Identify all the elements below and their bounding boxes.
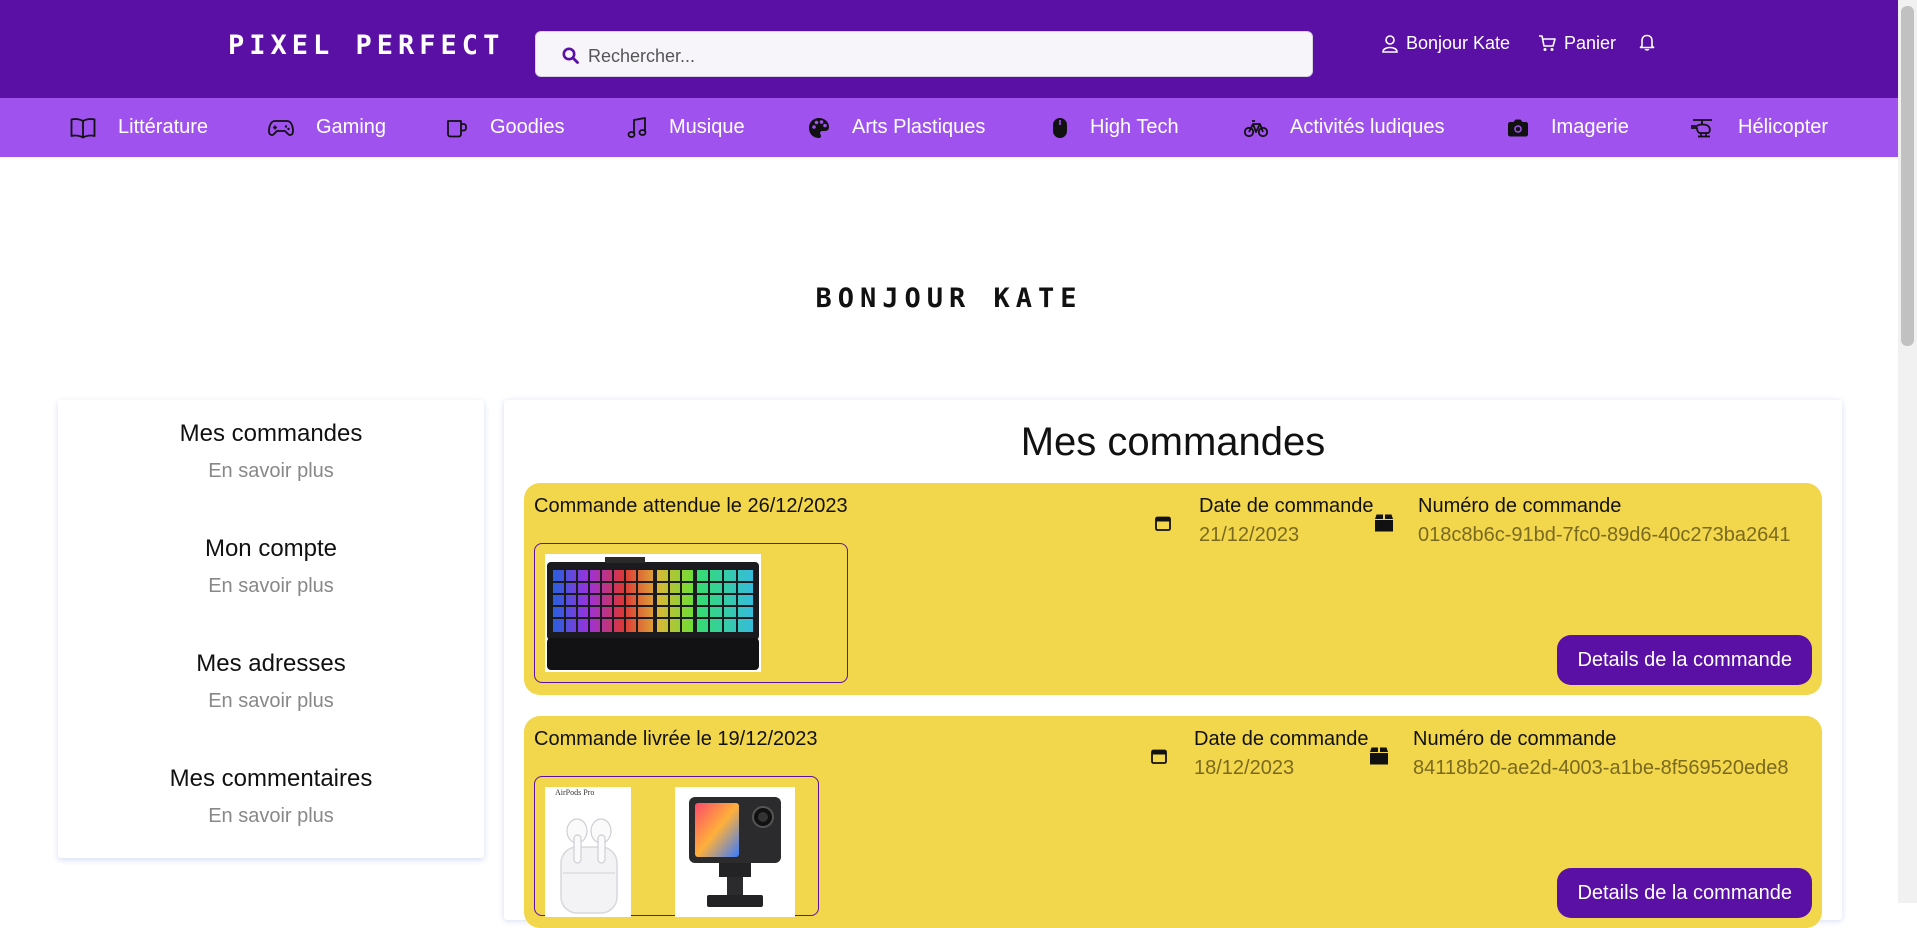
order-card: Commande attendue le 26/12/2023 Date de … [524,483,1822,695]
sidebar-item-title: Mes commandes [179,420,363,447]
gamepad-icon [268,119,294,136]
category-label: Littérature [118,116,209,138]
category-label: Gaming [316,116,387,138]
order-products[interactable]: AirPods Pro [534,776,819,917]
category-label: Goodies [490,116,565,138]
cart-link[interactable]: Panier [1538,33,1616,54]
order-date: Date de commande 18/12/2023 [1194,728,1369,780]
notifications-button[interactable] [1639,33,1655,51]
box-icon [1375,514,1393,532]
mug-icon [447,119,467,137]
sidebar-item-comments[interactable]: Mes commentaires En savoir plus [58,765,484,828]
category-label: High Tech [1090,116,1179,138]
order-date: Date de commande 21/12/2023 [1199,495,1374,547]
category-label: Musique [669,116,745,138]
category-goodies[interactable]: Goodies [446,98,565,157]
order-products[interactable] [534,543,848,683]
mouse-icon [1053,117,1067,138]
category-helicopter[interactable]: Hélicopter [1690,98,1828,157]
category-label: Hélicopter [1738,116,1829,138]
category-musique[interactable]: Musique [627,98,745,157]
order-date-label: Date de commande [1194,728,1369,750]
sidebar-item-link[interactable]: En savoir plus [58,575,484,598]
category-label: Activités ludiques [1290,116,1445,138]
order-number-label: Numéro de commande [1418,495,1622,517]
category-nav: Littérature Gaming Goodies Musique Arts … [0,98,1898,157]
keyboard-image [545,554,761,672]
cart-icon [1539,35,1556,51]
palette-icon [809,117,829,138]
order-status: Commande attendue le 26/12/2023 [534,495,848,517]
scrollbar-thumb[interactable] [1901,6,1914,346]
order-card: Commande livrée le 19/12/2023 AirPods Pr… [524,716,1822,928]
sidebar-item-title: Mon compte [204,535,338,562]
category-label: Imagerie [1551,116,1629,138]
search-icon [562,47,579,64]
orders-panel: Mes commandes Commande attendue le 26/12… [504,400,1842,928]
user-icon [1382,34,1398,53]
order-details-button[interactable]: Details de la commande [1557,635,1812,685]
sidebar-item-link[interactable]: En savoir plus [58,460,484,483]
order-date-value: 21/12/2023 [1199,524,1300,546]
order-number-label: Numéro de commande [1413,728,1617,750]
page-scrollbar[interactable] [1898,0,1917,903]
calendar-icon [1151,749,1167,764]
book-icon [70,117,96,138]
order-date-value: 18/12/2023 [1194,757,1295,779]
category-arts-plastiques[interactable]: Arts Plastiques [808,98,985,157]
account-label: Bonjour Kate [1406,33,1511,53]
sidebar-item-link[interactable]: En savoir plus [58,690,484,713]
account-link[interactable]: Bonjour Kate [1382,33,1510,54]
category-gaming[interactable]: Gaming [268,98,386,157]
sidebar-item-addresses[interactable]: Mes adresses En savoir plus [58,650,484,713]
top-header: PIXEL PERFECT Bonjour Kate Panier [0,0,1898,98]
airpods-image [560,818,618,914]
account-sidebar: Mes commandes En savoir plus Mon compte … [58,400,484,858]
order-status: Commande livrée le 19/12/2023 [534,728,818,750]
search-bar[interactable] [535,31,1313,77]
order-number: Numéro de commande 84118b20-ae2d-4003-a1… [1413,728,1789,780]
category-litterature[interactable]: Littérature [70,98,208,157]
order-number-value: 84118b20-ae2d-4003-a1be-8f569520ede8 [1413,757,1789,779]
music-note-icon [627,116,647,138]
page-greeting: BONJOUR KATE [815,283,1083,314]
product-thumbnail-keyboard[interactable] [545,554,761,672]
order-number-value: 018c8b6c-91bd-7fc0-89d6-40c273ba2641 [1418,524,1791,546]
sidebar-item-orders[interactable]: Mes commandes En savoir plus [58,420,484,483]
calendar-icon [1155,516,1171,531]
camera-icon [1508,119,1528,136]
bicycle-icon [1244,119,1268,137]
category-activites-ludiques[interactable]: Activités ludiques [1244,98,1445,157]
site-logo[interactable]: PIXEL PERFECT [228,30,504,61]
bell-icon [1639,34,1655,51]
product-thumbnail-action-camera[interactable] [675,787,795,917]
action-camera-image [675,787,795,917]
box-icon [1370,747,1388,765]
order-date-label: Date de commande [1199,495,1374,517]
order-details-button[interactable]: Details de la commande [1557,868,1812,918]
category-label: Arts Plastiques [852,116,986,138]
orders-title: Mes commandes [1020,420,1326,464]
sidebar-item-title: Mes commentaires [169,765,373,792]
sidebar-item-title: Mes adresses [196,650,346,677]
category-imagerie[interactable]: Imagerie [1507,98,1629,157]
sidebar-item-link[interactable]: En savoir plus [58,805,484,828]
category-high-tech[interactable]: High Tech [1052,98,1179,157]
product-thumbnail-airpods[interactable]: AirPods Pro [545,787,631,917]
cart-label: Panier [1564,33,1617,53]
search-input[interactable] [586,40,1290,72]
sidebar-item-account[interactable]: Mon compte En savoir plus [58,535,484,598]
order-number: Numéro de commande 018c8b6c-91bd-7fc0-89… [1418,495,1791,547]
helicopter-icon [1691,118,1712,137]
